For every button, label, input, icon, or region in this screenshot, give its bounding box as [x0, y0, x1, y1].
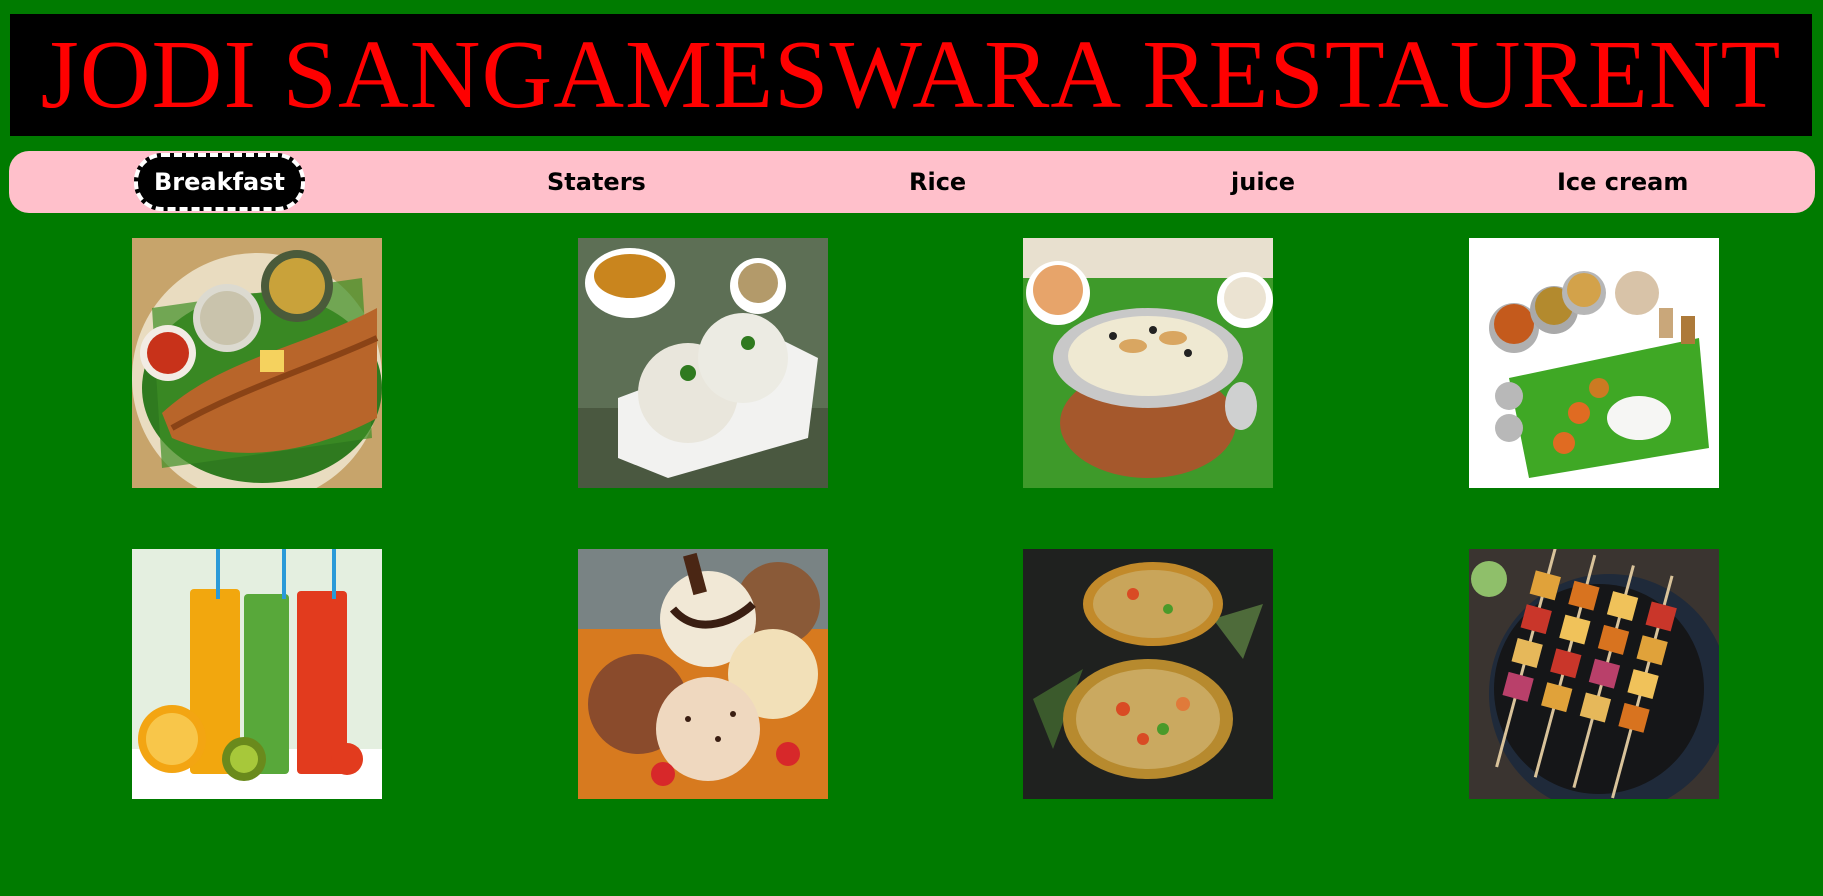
ice-cream-image: [578, 549, 828, 799]
nav-item-staters[interactable]: Staters: [547, 151, 646, 213]
pineapple-rice-image: [1023, 549, 1273, 799]
dosa-image: [132, 238, 382, 488]
juice-image: [132, 549, 382, 799]
idli-image: [578, 238, 828, 488]
site-header: JODI SANGAMESWARA RESTAURENT: [10, 14, 1812, 136]
thali-image: [1469, 238, 1719, 488]
menu-nav-bar: Breakfast Staters Rice juice Ice cream: [9, 151, 1815, 213]
nav-item-juice[interactable]: juice: [1231, 151, 1295, 213]
nav-item-ice-cream[interactable]: Ice cream: [1557, 151, 1688, 213]
pongal-image: [1023, 238, 1273, 488]
nav-item-breakfast[interactable]: Breakfast: [134, 153, 305, 211]
restaurant-title: JODI SANGAMESWARA RESTAURENT: [40, 21, 1782, 129]
paneer-tikka-image: [1469, 549, 1719, 799]
nav-item-rice[interactable]: Rice: [909, 151, 966, 213]
